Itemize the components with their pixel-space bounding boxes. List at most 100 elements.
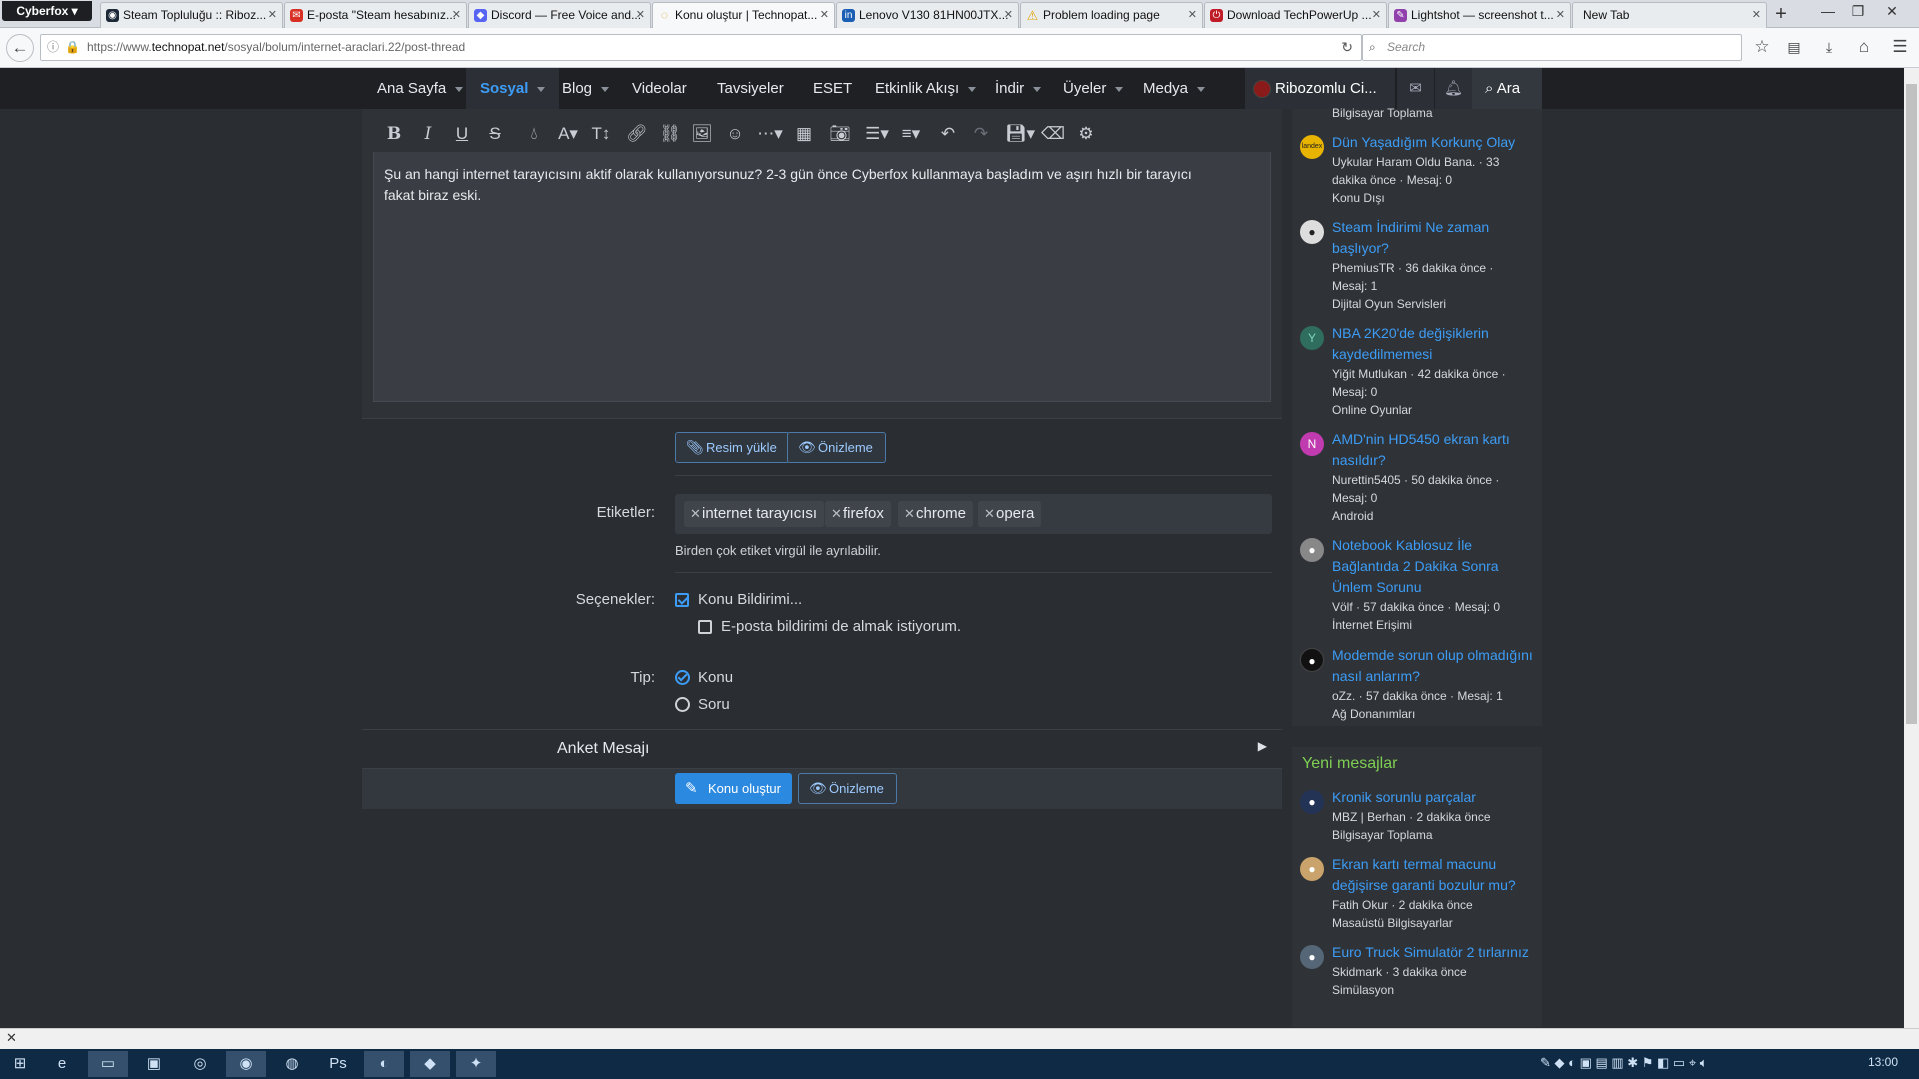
remove-tag-icon[interactable]: ✕ [984, 501, 995, 527]
scrollbar-thumb[interactable] [1906, 84, 1917, 724]
close-tab-icon[interactable]: ✕ [268, 3, 277, 27]
list-item[interactable]: N AMD'nin HD5450 ekran kartı nasıldır? N… [1300, 429, 1540, 525]
settings-icon[interactable]: ⚙ [1073, 121, 1099, 147]
file-explorer-icon[interactable]: ▭ [88, 1051, 128, 1077]
tab-konu-olustur[interactable]: ◌ Konu oluştur | Technopat... ✕ [652, 2, 835, 28]
downloads-icon[interactable]: ⤓ [1815, 34, 1843, 62]
list-item[interactable]: ● Modemde sorun olup olmadığını nasıl an… [1300, 645, 1540, 723]
reading-list-icon[interactable]: ▤ [1780, 34, 1808, 62]
preview-button[interactable]: 👁︎ Önizleme [787, 432, 886, 463]
url-bar[interactable]: ⓘ 🔒 https://www.technopat.net/sosyal/bol… [40, 34, 1362, 61]
item-title[interactable]: Dün Yaşadığım Korkunç Olay [1332, 132, 1540, 153]
item-forum[interactable]: Android [1332, 507, 1540, 525]
site-search-button[interactable]: ⌕ Ara [1472, 68, 1542, 109]
item-forum[interactable]: Simülasyon [1332, 981, 1540, 999]
close-tab-icon[interactable]: ✕ [1004, 3, 1013, 27]
italic-icon[interactable]: I [415, 121, 441, 147]
bold-icon[interactable]: B [381, 121, 407, 147]
steam-taskbar-icon[interactable]: ◐ [364, 1051, 404, 1077]
nav-ana-sayfa[interactable]: Ana Sayfa [363, 68, 477, 109]
remove-tag-icon[interactable]: ✕ [904, 501, 915, 527]
preview-button-bottom[interactable]: 👁︎ Önizleme [798, 773, 897, 804]
item-forum[interactable]: Konu Dışı [1332, 189, 1540, 207]
item-forum[interactable]: Bilgisayar Toplama [1332, 826, 1540, 844]
list-item[interactable]: ● Euro Truck Simulatör 2 tırlarınız Skid… [1300, 942, 1540, 999]
item-forum[interactable]: Masaüstü Bilgisayarlar [1332, 914, 1540, 932]
app-green-icon[interactable]: ◎ [180, 1051, 220, 1077]
item-forum[interactable]: Online Oyunlar [1332, 401, 1540, 419]
type-soru-radio[interactable] [675, 697, 690, 712]
list-item[interactable]: Y NBA 2K20'de değişiklerin kaydedilmemes… [1300, 323, 1540, 419]
app-orange-icon[interactable]: ✦ [456, 1051, 496, 1077]
image-icon[interactable]: 🖼︎ [689, 121, 715, 147]
nav-indir[interactable]: İndir [981, 68, 1055, 109]
tab-email[interactable]: ✉ E-posta "Steam hesabınız... ✕ [284, 2, 467, 28]
poll-section-toggle[interactable]: Anket Mesajı ▶ [362, 729, 1282, 769]
close-tab-icon[interactable]: ✕ [1556, 3, 1565, 27]
remove-tag-icon[interactable]: ✕ [831, 501, 842, 527]
bookmark-star-icon[interactable]: ☆ [1748, 34, 1776, 62]
email-checkbox[interactable] [698, 620, 712, 634]
underline-icon[interactable]: U [449, 121, 475, 147]
windows-start-icon[interactable]: ⊞ [0, 1051, 40, 1077]
list-item[interactable]: ● Notebook Kablosuz İle Bağlantıda 2 Dak… [1300, 535, 1540, 634]
nav-eset[interactable]: ESET [799, 68, 866, 109]
bell-icon[interactable]: 🔔︎ [1435, 68, 1472, 109]
item-forum[interactable]: İnternet Erişimi [1332, 616, 1540, 634]
tag-chip[interactable]: ✕ internet tarayıcısı [684, 501, 825, 527]
align-icon[interactable]: ≡▾ [894, 121, 928, 147]
color-drop-icon[interactable]: 💧︎ [521, 121, 547, 147]
nav-videolar[interactable]: Videolar [618, 68, 701, 109]
item-title[interactable]: Steam İndirimi Ne zaman başlıyor? [1332, 217, 1540, 259]
list-item[interactable]: landex Dün Yaşadığım Korkunç Olay Uykula… [1300, 132, 1540, 207]
type-konu-radio[interactable] [675, 670, 690, 685]
close-tab-icon[interactable]: ✕ [820, 3, 829, 27]
back-icon[interactable]: ← [6, 34, 34, 62]
close-tab-icon[interactable]: ✕ [1188, 3, 1197, 27]
tab-lenovo[interactable]: in Lenovo V130 81HN00JTX... ✕ [836, 2, 1019, 28]
tag-chip[interactable]: ✕ opera [978, 501, 1042, 527]
new-tab-button[interactable]: + [1768, 3, 1794, 27]
camera-icon[interactable]: 📷︎ [827, 121, 853, 147]
ie-icon[interactable]: e [42, 1051, 82, 1077]
menu-icon[interactable]: ☰ [1886, 34, 1914, 62]
close-tab-icon[interactable]: ✕ [636, 3, 645, 27]
tab-discord[interactable]: ◆ Discord — Free Voice and... ✕ [468, 2, 651, 28]
item-title[interactable]: Notebook Kablosuz İle Bağlantıda 2 Dakik… [1332, 535, 1540, 598]
photoshop-icon[interactable]: Ps [318, 1051, 358, 1077]
nav-sosyal[interactable]: Sosyal [466, 68, 560, 109]
clock[interactable]: 13:00 [1868, 1055, 1898, 1069]
redo-icon[interactable]: ↷ [968, 121, 994, 147]
reload-icon[interactable]: ↻ [1341, 35, 1353, 60]
close-window-icon[interactable]: ✕ [1876, 2, 1908, 22]
strikethrough-icon[interactable]: S [482, 121, 508, 147]
item-title[interactable]: Kronik sorunlu parçalar [1332, 787, 1540, 808]
font-size-icon[interactable]: T↕ [584, 121, 618, 147]
table-icon[interactable]: ▦ [791, 121, 817, 147]
nav-etkinlik-akisi[interactable]: Etkinlik Akışı [861, 68, 990, 109]
home-icon[interactable]: ⌂ [1850, 34, 1878, 62]
close-tab-icon[interactable]: ✕ [452, 3, 461, 27]
user-menu[interactable]: Ribozomlu Ci... [1245, 68, 1395, 109]
tags-input[interactable]: ✕ internet tarayıcısı ✕ firefox ✕ chrome ✕ o… [675, 494, 1272, 534]
item-title[interactable]: Modemde sorun olup olmadığını nasıl anla… [1332, 645, 1540, 687]
minimize-icon[interactable]: — [1812, 2, 1844, 22]
create-thread-button[interactable]: ✎ Konu oluştur [675, 773, 792, 804]
close-tab-icon[interactable]: ✕ [1372, 3, 1381, 27]
restore-icon[interactable]: ❐ [1842, 2, 1874, 22]
smiley-icon[interactable]: ☺ [722, 121, 748, 147]
close-icon[interactable]: ✕ [6, 1030, 17, 1046]
tag-chip[interactable]: ✕ firefox [825, 501, 891, 527]
tab-problem-loading[interactable]: ⚠ Problem loading page ✕ [1020, 2, 1203, 28]
drafts-icon[interactable]: 💾︎▾ [1003, 121, 1037, 147]
item-forum[interactable]: Ağ Donanımları [1332, 705, 1540, 723]
tab-lightshot[interactable]: ✎ Lightshot — screenshot t... ✕ [1388, 2, 1571, 28]
store-icon[interactable]: ▣ [134, 1051, 174, 1077]
nav-medya[interactable]: Medya [1129, 68, 1219, 109]
close-tab-icon[interactable]: ✕ [1752, 3, 1761, 27]
discord-taskbar-icon[interactable]: ◆ [410, 1051, 450, 1077]
undo-icon[interactable]: ↶ [935, 121, 961, 147]
item-forum[interactable]: Dijital Oyun Servisleri [1332, 295, 1540, 313]
nav-blog[interactable]: Blog [548, 68, 623, 109]
upload-image-button[interactable]: 📎︎ Resim yükle [675, 432, 790, 463]
